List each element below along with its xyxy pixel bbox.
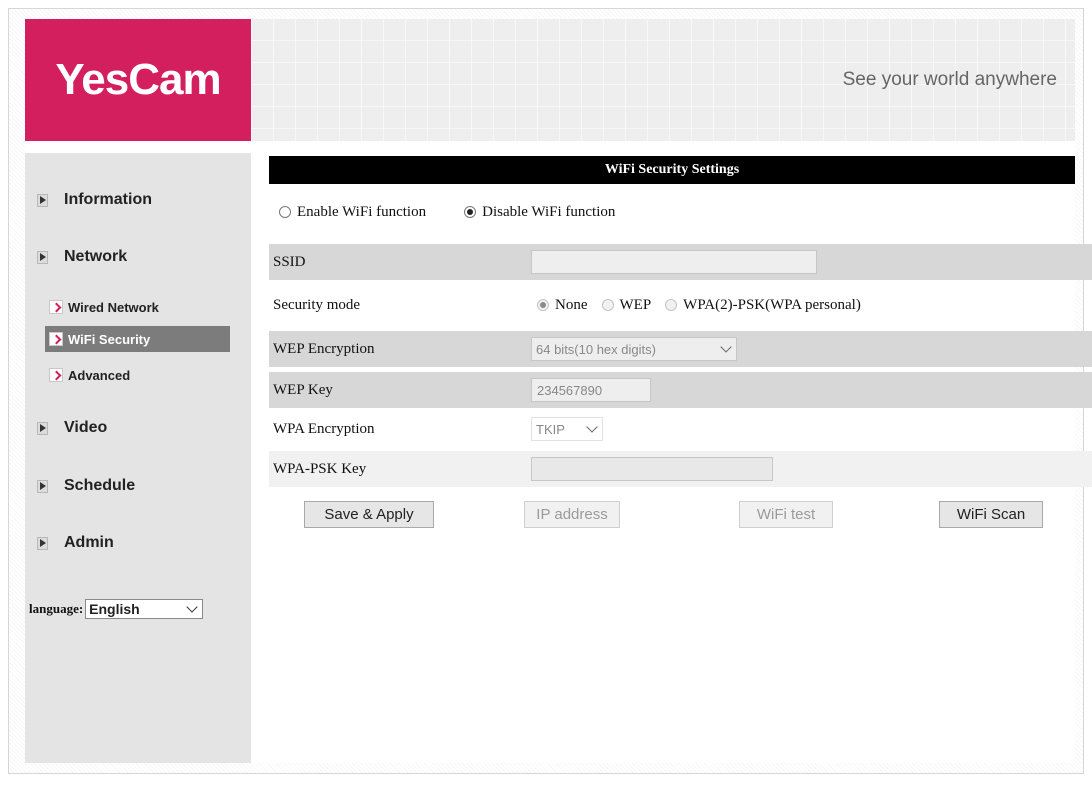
security-mode-wep-label: WEP: [619, 296, 652, 313]
logo-text: YesCam: [55, 55, 221, 104]
sidebar-item-admin[interactable]: Admin: [37, 532, 114, 554]
arrow-right-icon: [37, 421, 48, 435]
arrow-right-icon: [37, 250, 48, 264]
sidebar-item-information[interactable]: Information: [37, 189, 152, 211]
button-row: Save & Apply IP address WiFi test WiFi S…: [269, 501, 1075, 531]
sidebar-item-network[interactable]: Network: [37, 246, 127, 268]
arrow-right-icon: [37, 193, 48, 207]
security-mode-wep-radio[interactable]: [601, 299, 614, 311]
sidebar-item-label: Information: [64, 191, 152, 208]
wep-key-input[interactable]: 234567890: [531, 378, 651, 402]
security-mode-none-radio[interactable]: [537, 299, 549, 311]
security-mode-options: None WEP WPA(2)-PSK(WPA personal): [531, 297, 869, 314]
enable-wifi-label: Enable WiFi function: [297, 203, 427, 220]
ssid-label: SSID: [273, 253, 306, 270]
arrow-right-icon: [37, 536, 48, 550]
enable-wifi-option[interactable]: Enable WiFi function: [279, 204, 426, 221]
header-banner: See your world anywhere: [251, 19, 1075, 141]
security-mode-wpa-option[interactable]: WPA(2)-PSK(WPA personal): [659, 297, 861, 314]
wep-encryption-row: WEP Encryption 64 bits(10 hex digits): [269, 331, 1092, 367]
security-mode-none-option[interactable]: None: [531, 297, 588, 314]
tagline: See your world anywhere: [842, 69, 1057, 90]
security-mode-wpa-radio[interactable]: [665, 299, 678, 311]
wpa-encryption-select[interactable]: TKIP: [531, 417, 603, 441]
sidebar-item-schedule[interactable]: Schedule: [37, 475, 135, 497]
arrow-right-icon: [37, 479, 48, 493]
chevron-down-icon: [586, 421, 598, 433]
wifi-toggle-row: Enable WiFi function Disable WiFi functi…: [269, 192, 643, 232]
language-row: language: English: [29, 599, 204, 619]
language-label: language:: [29, 601, 84, 616]
wep-encryption-label: WEP Encryption: [273, 340, 375, 357]
chevron-down-icon: [186, 601, 198, 613]
page-frame: YesCam See your world anywhere Informati…: [8, 8, 1092, 774]
chevron-right-icon: [49, 300, 63, 314]
wpa-psk-key-label: WPA-PSK Key: [273, 460, 367, 477]
sidebar-subitem-label: Wired Network: [68, 299, 159, 315]
security-mode-label: Security mode: [273, 296, 361, 313]
wpa-encryption-row: WPA Encryption TKIP: [269, 411, 1092, 447]
sidebar-item-label: Admin: [64, 534, 114, 551]
disable-wifi-option[interactable]: Disable WiFi function: [464, 204, 615, 221]
sidebar-item-video[interactable]: Video: [37, 417, 107, 439]
wpa-psk-key-row: WPA-PSK Key: [269, 451, 1092, 487]
chevron-right-icon: [49, 368, 63, 382]
sidebar: Information Network Wired Network WiFi S…: [25, 153, 251, 763]
wep-encryption-value: 64 bits(10 hex digits): [536, 341, 656, 357]
sidebar-subitem-label: WiFi Security: [68, 331, 151, 347]
page-container: YesCam See your world anywhere Informati…: [25, 19, 1092, 763]
disable-wifi-label: Disable WiFi function: [482, 203, 616, 220]
sidebar-subitem-wifi-security[interactable]: WiFi Security: [45, 326, 230, 352]
sidebar-subitem-wired-network[interactable]: Wired Network: [45, 294, 230, 320]
wifi-scan-button[interactable]: WiFi Scan: [939, 501, 1043, 528]
ip-address-button[interactable]: IP address: [524, 501, 620, 528]
sidebar-item-label: Schedule: [64, 477, 136, 494]
disable-wifi-radio[interactable]: [464, 206, 477, 218]
save-apply-button[interactable]: Save & Apply: [304, 501, 434, 528]
wep-encryption-select[interactable]: 64 bits(10 hex digits): [531, 337, 737, 361]
security-mode-wpa-label: WPA(2)-PSK(WPA personal): [683, 296, 861, 313]
chevron-down-icon: [720, 341, 732, 353]
wpa-encryption-value: TKIP: [536, 421, 565, 437]
language-select[interactable]: English: [85, 599, 204, 619]
sidebar-subitem-advanced[interactable]: Advanced: [45, 362, 230, 388]
wpa-psk-key-input[interactable]: [531, 457, 773, 481]
wifi-test-button[interactable]: WiFi test: [739, 501, 833, 528]
wep-key-label: WEP Key: [273, 381, 333, 398]
ssid-input[interactable]: [531, 250, 817, 274]
logo: YesCam: [25, 19, 251, 141]
chevron-right-icon: [49, 332, 63, 346]
ssid-row: SSID: [269, 244, 1092, 280]
security-mode-wep-option[interactable]: WEP: [596, 296, 652, 314]
wpa-encryption-label: WPA Encryption: [273, 420, 375, 437]
sidebar-subitem-label: Advanced: [68, 367, 131, 383]
page-title: WiFi Security Settings: [269, 156, 1075, 184]
sidebar-item-label: Network: [64, 248, 128, 265]
wep-key-row: WEP Key 234567890: [269, 372, 1092, 408]
enable-wifi-radio[interactable]: [279, 206, 291, 218]
security-mode-none-label: None: [555, 296, 588, 313]
language-value: English: [89, 601, 140, 617]
sidebar-item-label: Video: [64, 419, 108, 436]
security-mode-row: Security mode None WEP WPA(2)-PSK(WPA pe…: [269, 287, 1092, 323]
